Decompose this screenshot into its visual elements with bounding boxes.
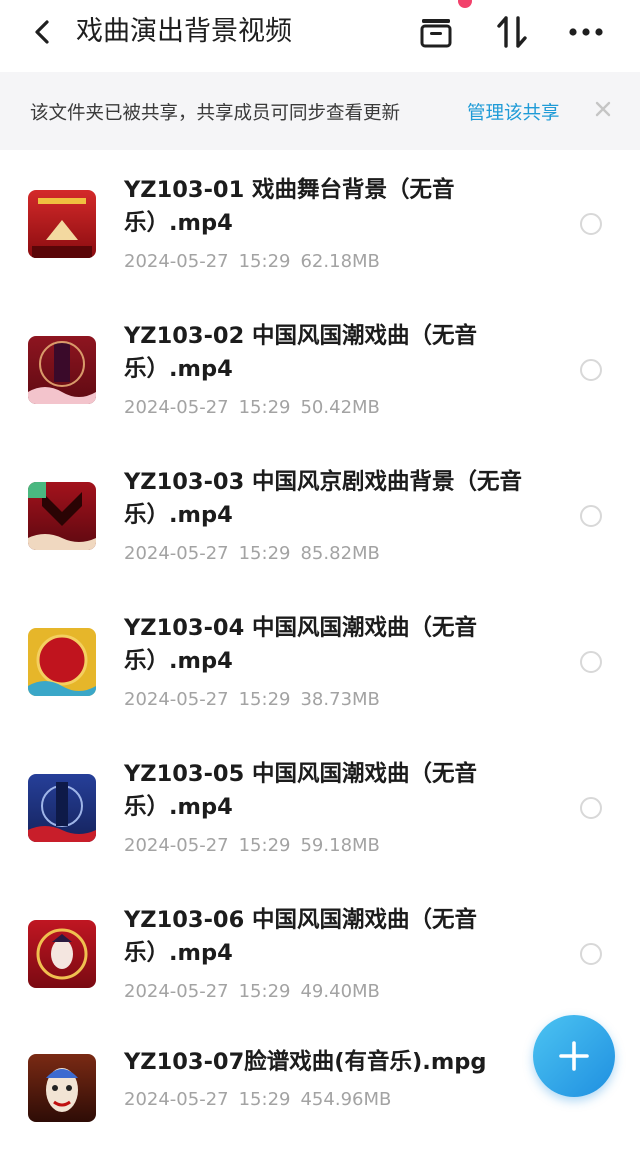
file-size: 49.40MB bbox=[300, 981, 380, 1002]
video-thumbnail bbox=[28, 482, 96, 550]
file-date: 2024-05-27 bbox=[124, 397, 229, 418]
notification-dot bbox=[458, 0, 472, 8]
plus-icon bbox=[559, 1041, 589, 1071]
file-meta: 2024-05-27 15:29 59.18MB bbox=[124, 835, 390, 856]
file-time: 15:29 bbox=[238, 397, 291, 418]
file-date: 2024-05-27 bbox=[124, 689, 229, 710]
add-button[interactable] bbox=[533, 1015, 615, 1097]
video-thumbnail bbox=[28, 1054, 96, 1122]
file-row[interactable]: YZ103-06 中国风国潮戏曲（无音乐）.mp4 2024-05-27 15:2… bbox=[0, 880, 640, 1026]
select-radio[interactable] bbox=[580, 797, 602, 819]
file-row[interactable]: YZ103-01 戏曲舞台背景（无音乐）.mp4 2024-05-27 15:29… bbox=[0, 150, 640, 296]
share-banner: 该文件夹已被共享，共享成员可同步查看更新 管理该共享 bbox=[0, 72, 640, 150]
file-date: 2024-05-27 bbox=[124, 1089, 229, 1110]
file-time: 15:29 bbox=[238, 689, 291, 710]
file-name: YZ103-04 中国风国潮戏曲（无音乐）.mp4 bbox=[124, 615, 478, 674]
file-row[interactable]: YZ103-04 中国风国潮戏曲（无音乐）.mp4 2024-05-27 15:2… bbox=[0, 588, 640, 734]
file-row[interactable]: YZ103-03 中国风京剧戏曲背景（无音乐）.mp4 2024-05-27 15… bbox=[0, 442, 640, 588]
file-size: 50.42MB bbox=[300, 397, 380, 418]
file-size: 85.82MB bbox=[300, 543, 380, 564]
file-date: 2024-05-27 bbox=[124, 835, 229, 856]
file-time: 15:29 bbox=[238, 1089, 291, 1110]
file-meta: 2024-05-27 15:29 38.73MB bbox=[124, 689, 390, 710]
video-thumbnail bbox=[28, 920, 96, 988]
file-name: YZ103-01 戏曲舞台背景（无音乐）.mp4 bbox=[124, 177, 455, 236]
file-size: 38.73MB bbox=[300, 689, 380, 710]
video-thumbnail bbox=[28, 628, 96, 696]
file-meta: 2024-05-27 15:29 454.96MB bbox=[124, 1089, 401, 1110]
file-date: 2024-05-27 bbox=[124, 543, 229, 564]
video-thumbnail bbox=[28, 190, 96, 258]
upload-tray-icon[interactable] bbox=[416, 12, 456, 52]
select-radio[interactable] bbox=[580, 505, 602, 527]
file-time: 15:29 bbox=[238, 251, 291, 272]
file-size: 62.18MB bbox=[300, 251, 380, 272]
file-time: 15:29 bbox=[238, 981, 291, 1002]
page-title: 戏曲演出背景视频 bbox=[76, 16, 292, 47]
file-name: YZ103-06 中国风国潮戏曲（无音乐）.mp4 bbox=[124, 907, 478, 966]
sort-icon[interactable] bbox=[492, 12, 532, 52]
video-thumbnail bbox=[28, 336, 96, 404]
file-time: 15:29 bbox=[238, 835, 291, 856]
file-size: 59.18MB bbox=[300, 835, 380, 856]
file-name: YZ103-02 中国风国潮戏曲（无音乐）.mp4 bbox=[124, 323, 478, 382]
file-meta: 2024-05-27 15:29 49.40MB bbox=[124, 981, 390, 1002]
file-name: YZ103-05 中国风国潮戏曲（无音乐）.mp4 bbox=[124, 761, 478, 820]
back-arrow-icon[interactable] bbox=[26, 16, 58, 48]
file-name: YZ103-03 中国风京剧戏曲背景（无音乐）.mp4 bbox=[124, 469, 523, 528]
file-size: 454.96MB bbox=[300, 1089, 392, 1110]
manage-share-link[interactable]: 管理该共享 bbox=[467, 99, 560, 125]
select-radio[interactable] bbox=[580, 213, 602, 235]
close-icon[interactable] bbox=[590, 94, 616, 124]
file-row[interactable]: YZ103-02 中国风国潮戏曲（无音乐）.mp4 2024-05-27 15:2… bbox=[0, 296, 640, 442]
more-icon[interactable] bbox=[566, 12, 606, 52]
select-radio[interactable] bbox=[580, 651, 602, 673]
file-date: 2024-05-27 bbox=[124, 981, 229, 1002]
file-list: YZ103-01 戏曲舞台背景（无音乐）.mp4 2024-05-27 15:29… bbox=[0, 150, 640, 1172]
video-thumbnail bbox=[28, 774, 96, 842]
file-row[interactable]: YZ103-05 中国风国潮戏曲（无音乐）.mp4 2024-05-27 15:2… bbox=[0, 734, 640, 880]
file-time: 15:29 bbox=[238, 543, 291, 564]
select-radio[interactable] bbox=[580, 943, 602, 965]
file-meta: 2024-05-27 15:29 50.42MB bbox=[124, 397, 390, 418]
file-meta: 2024-05-27 15:29 85.82MB bbox=[124, 543, 390, 564]
file-meta: 2024-05-27 15:29 62.18MB bbox=[124, 251, 390, 272]
top-bar: 戏曲演出背景视频 bbox=[0, 0, 640, 72]
file-date: 2024-05-27 bbox=[124, 251, 229, 272]
select-radio[interactable] bbox=[580, 359, 602, 381]
share-banner-text: 该文件夹已被共享，共享成员可同步查看更新 bbox=[30, 103, 401, 124]
file-name: YZ103-07脸谱戏曲(有音乐).mpg bbox=[124, 1049, 487, 1075]
